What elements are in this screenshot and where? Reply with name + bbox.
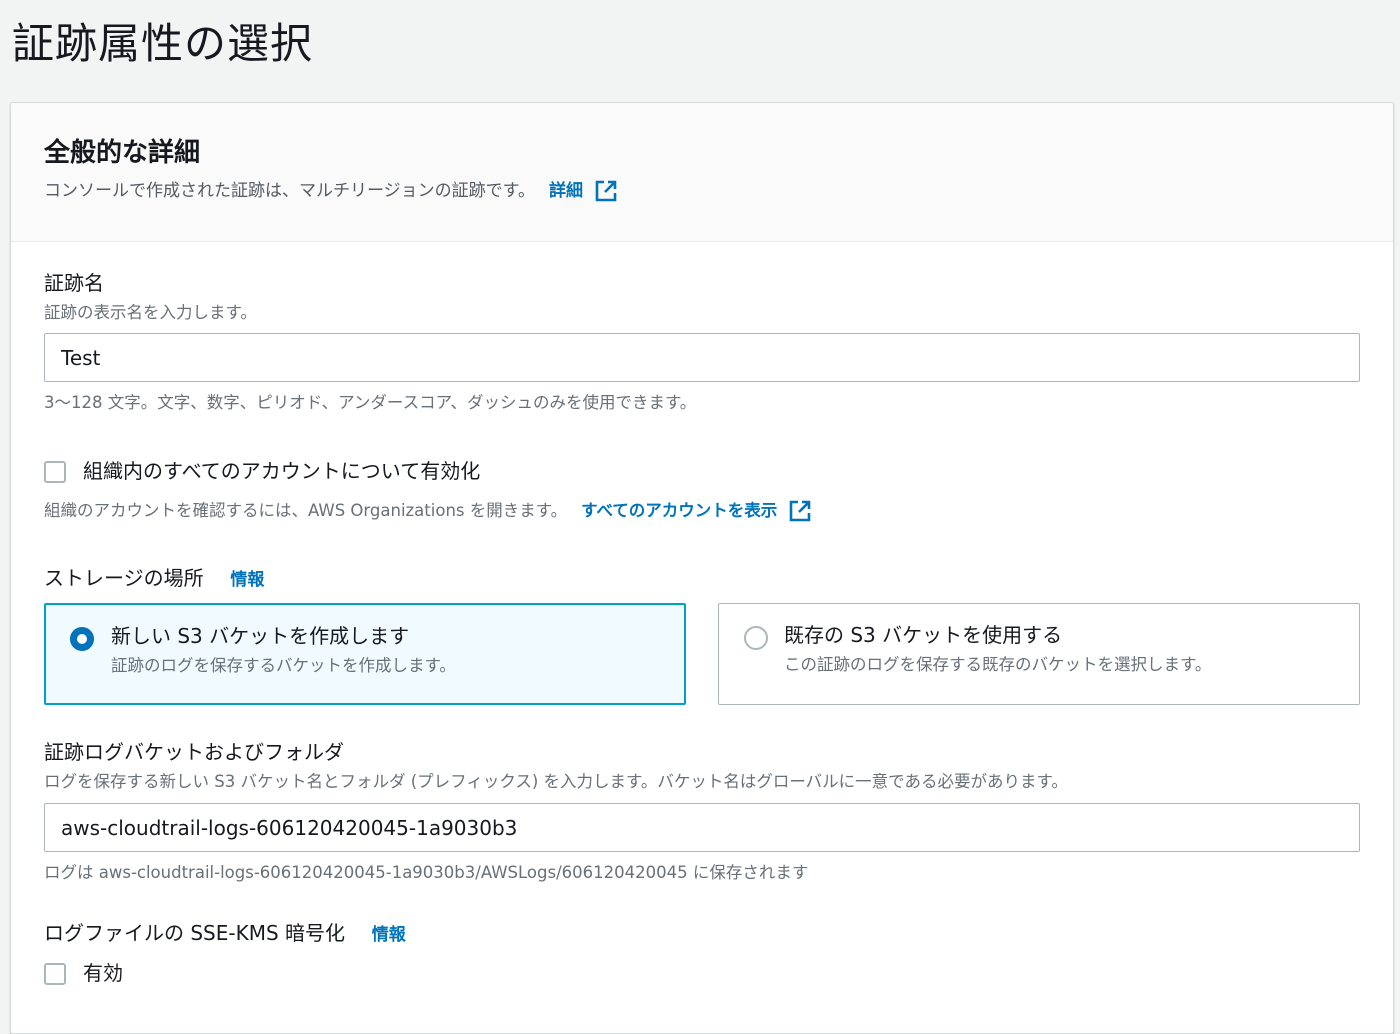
- trail-name-description: 証跡の表示名を入力します。: [44, 303, 257, 322]
- external-link-icon[interactable]: [595, 180, 617, 202]
- organization-checkbox[interactable]: [44, 461, 66, 483]
- storage-location-label: ストレージの場所 情報: [44, 563, 264, 595]
- panel-header: 全般的な詳細 コンソールで作成された証跡は、マルチリージョンの証跡です。 詳細: [11, 103, 1393, 242]
- encryption-info-link[interactable]: 情報: [372, 925, 406, 945]
- page-title: 証跡属性の選択: [12, 19, 314, 68]
- section-description: コンソールで作成された証跡は、マルチリージョンの証跡です。 詳細: [44, 177, 617, 205]
- new-bucket-radio[interactable]: [70, 627, 94, 651]
- bucket-name-input[interactable]: [44, 803, 1360, 852]
- bucket-folder-label: 証跡ログバケットおよびフォルダ: [44, 740, 344, 764]
- bucket-storage-hint: ログは aws-cloudtrail-logs-606120420045-1a9…: [44, 863, 809, 882]
- existing-bucket-option[interactable]: 既存の S3 バケットを使用する この証跡のログを保存する既存のバケットを選択し…: [718, 603, 1360, 705]
- section-description-text: コンソールで作成された証跡は、マルチリージョンの証跡です。: [44, 181, 535, 201]
- organization-checkbox-label[interactable]: 組織内のすべてのアカウントについて有効化: [83, 456, 480, 486]
- new-bucket-description: 証跡のログを保存するバケットを作成します。: [111, 656, 456, 675]
- trail-name-constraint: 3～128 文字。文字、数字、ピリオド、アンダースコア、ダッシュのみを使用できま…: [44, 393, 697, 412]
- sse-kms-label-text: ログファイルの SSE-KMS 暗号化: [44, 921, 346, 945]
- organization-description-text: 組織のアカウントを確認するには、AWS Organizations を開きます。: [44, 501, 568, 520]
- bucket-folder-description: ログを保存する新しい S3 バケット名とフォルダ (プレフィックス) を入力しま…: [44, 772, 1068, 791]
- view-all-accounts-link[interactable]: すべてのアカウントを表示: [581, 498, 777, 524]
- external-link-icon[interactable]: [789, 500, 811, 522]
- details-link[interactable]: 詳細: [549, 177, 583, 205]
- general-details-panel: 全般的な詳細 コンソールで作成された証跡は、マルチリージョンの証跡です。 詳細 …: [10, 102, 1394, 1034]
- existing-bucket-description: この証跡のログを保存する既存のバケットを選択します。: [784, 655, 1212, 674]
- sse-kms-label: ログファイルの SSE-KMS 暗号化 情報: [44, 918, 406, 950]
- trail-name-input[interactable]: [44, 333, 1360, 382]
- sse-kms-enable-checkbox[interactable]: [44, 963, 66, 985]
- storage-info-link[interactable]: 情報: [230, 570, 264, 590]
- existing-bucket-radio[interactable]: [744, 626, 768, 650]
- storage-location-label-text: ストレージの場所: [44, 566, 204, 590]
- trail-name-label: 証跡名: [44, 271, 104, 295]
- new-bucket-option[interactable]: 新しい S3 バケットを作成します 証跡のログを保存するバケットを作成します。: [44, 603, 686, 705]
- sse-kms-enable-label[interactable]: 有効: [83, 958, 123, 988]
- existing-bucket-title: 既存の S3 バケットを使用する: [784, 623, 1063, 647]
- organization-description: 組織のアカウントを確認するには、AWS Organizations を開きます。…: [44, 498, 811, 524]
- new-bucket-title: 新しい S3 バケットを作成します: [111, 624, 410, 648]
- section-title: 全般的な詳細: [44, 138, 201, 168]
